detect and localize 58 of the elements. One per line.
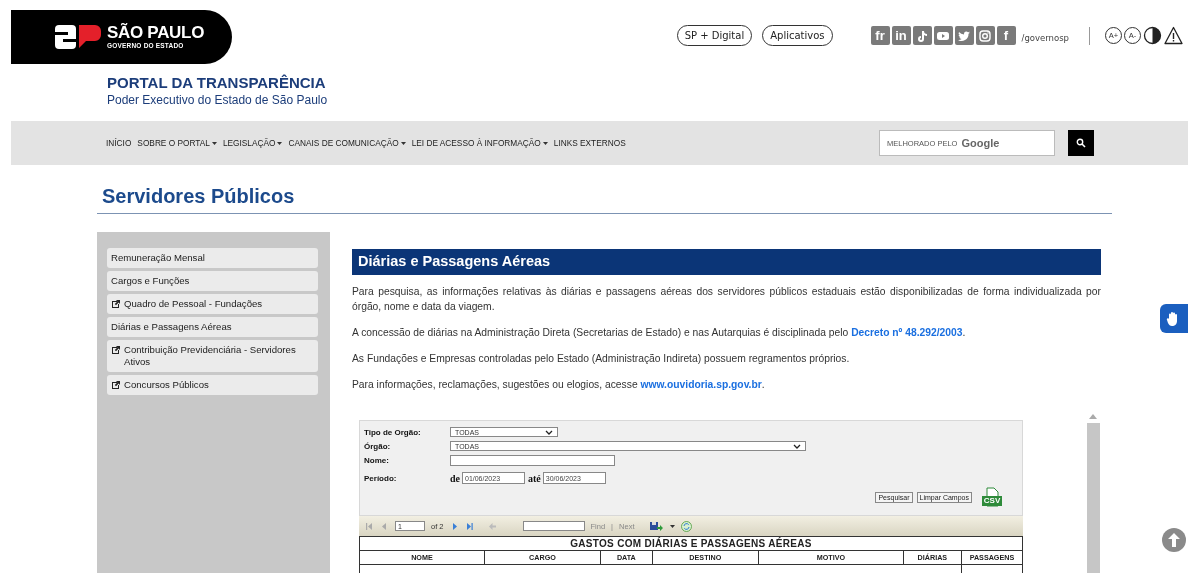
first-page-icon[interactable] (365, 521, 374, 531)
pill-link[interactable]: Aplicativos (762, 25, 833, 46)
pill-link[interactable]: SP + Digital (676, 25, 753, 46)
save-icon[interactable] (650, 521, 665, 531)
portal-subtitle: Poder Executivo do Estado de São Paulo (107, 92, 329, 108)
page-title: Servidores Públicos (102, 184, 296, 208)
field-label: Período: (364, 473, 398, 483)
scroll-up-icon[interactable] (1089, 414, 1097, 419)
portal-title[interactable]: PORTAL DA TRANSPARÊNCIA (107, 74, 1188, 92)
sidebar-item[interactable]: Diárias e Passagens Aéreas (107, 317, 318, 337)
bird-icon[interactable] (954, 26, 974, 45)
sidebar-item[interactable]: Cargos e Funções (107, 271, 318, 291)
nav-item[interactable]: CANAIS DE COMUNICAÇÃO (288, 138, 406, 148)
field-label: até (528, 472, 541, 484)
logo-mark-icon (55, 24, 101, 50)
nav-item[interactable]: LEI DE ACESSO À INFORMAÇÃO (411, 138, 548, 148)
link[interactable]: Decreto nº 48.292/2003 (851, 327, 963, 338)
table-title: GASTOS COM DIÁRIAS E PASSAGENS AÉREAS (359, 536, 1023, 551)
social-icon[interactable]: f (996, 26, 1016, 45)
field-label: de (450, 472, 460, 484)
camera-icon[interactable] (975, 26, 995, 45)
paragraph: A concessão de diárias na Administração Direta (Secretarias de Estado) e nas Autarquias é disciplinada pelo Decreto nº 48.292/2003. (352, 326, 967, 340)
section-title: Diárias e Passagens Aéreas (352, 249, 1101, 275)
sidebar-item[interactable]: Contribuição Previdenciária - Servidores Ativos (107, 340, 318, 372)
caret-icon[interactable] (670, 524, 676, 528)
field-label: Tipo de Orgão: (364, 427, 422, 437)
nav-item[interactable]: LEGISLAÇÃO (222, 138, 283, 148)
social-icon[interactable]: fr (870, 26, 890, 45)
link[interactable]: www.ouvidoria.sp.gov.br (640, 379, 762, 390)
nav-item[interactable]: SOBRE O PORTAL (137, 138, 217, 148)
last-page-icon[interactable] (464, 521, 474, 531)
chevron-icon (793, 443, 801, 449)
nav-item[interactable]: INÍCIO (106, 138, 132, 148)
field-label: Nome: (364, 455, 390, 465)
field-label: Órgão: (364, 441, 392, 451)
chevron-icon (545, 429, 553, 435)
social-icon[interactable]: in (891, 26, 911, 45)
warning-icon[interactable] (1164, 26, 1183, 45)
sidebar-item[interactable]: Concursos Públicos (107, 375, 318, 395)
accessibility-button[interactable] (1160, 304, 1188, 333)
paragraph: Para pesquisa, as informações relativas às diárias e passagens aéreas dos servidores públicos estaduais estão disponibilizadas de forma individualizada por órgão, nome e data da viagem. (352, 285, 1101, 314)
search-button[interactable] (1068, 130, 1094, 156)
sidebar-item[interactable]: Remuneração Mensal (107, 248, 318, 268)
play-icon[interactable] (933, 26, 953, 45)
back-to-top-icon[interactable] (1162, 528, 1186, 552)
refresh-icon[interactable] (681, 520, 693, 532)
sidebar-item[interactable]: Quadro de Pessoal - Fundações (107, 294, 318, 314)
tiktok-icon[interactable] (912, 26, 932, 45)
search-icon (1076, 138, 1086, 148)
paragraph: As Fundações e Empresas controladas pelo Estado (Administração Indireta) possuem regramentos próprios. (352, 352, 851, 366)
paragraph: Para informações, reclamações, sugestões ou elogios, acesse www.ouvidoria.sp.gov.br. (352, 378, 766, 392)
nav-item[interactable]: LINKS EXTERNOS (553, 138, 626, 148)
scrollbar[interactable] (1086, 414, 1100, 573)
previous-page-icon[interactable] (380, 521, 389, 531)
input-field[interactable] (450, 454, 615, 466)
find-field[interactable] (522, 521, 585, 531)
social-handle: /governosp (1021, 32, 1069, 43)
contrast-icon[interactable] (1143, 26, 1162, 45)
